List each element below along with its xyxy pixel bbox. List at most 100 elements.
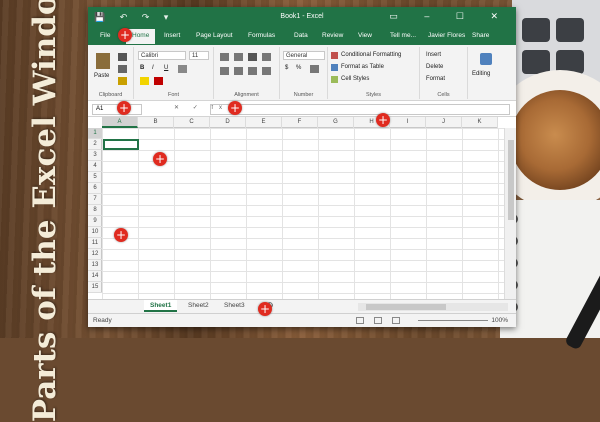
number-format-select[interactable]: General (283, 51, 325, 60)
horizontal-scrollbar[interactable] (358, 303, 508, 311)
sheet-tab-bar: Sheet1 Sheet2 Sheet3 ⊕ (88, 299, 516, 313)
font-name-select[interactable]: Calibri (138, 51, 186, 60)
cut-icon[interactable] (118, 53, 127, 61)
paste-button[interactable]: Paste (94, 73, 109, 79)
merge-center-icon[interactable] (262, 67, 271, 75)
conditional-formatting-button[interactable]: Conditional Formatting (341, 52, 401, 58)
vertical-scrollbar[interactable] (504, 128, 516, 299)
bold-button[interactable]: B (140, 65, 144, 71)
title-bar: 💾 ↶ ↷ ▾ Book1 - Excel ▭ – ☐ ✕ (88, 7, 516, 28)
row-header-9[interactable]: 9 (88, 216, 102, 227)
percent-button[interactable]: % (296, 65, 301, 71)
row-header-1[interactable]: 1 (88, 128, 102, 139)
zoom-slider[interactable] (418, 320, 488, 321)
formula-input[interactable] (210, 104, 510, 115)
sheet-tab-3[interactable]: Sheet3 (218, 300, 251, 312)
normal-view-icon[interactable] (356, 317, 364, 324)
row-header-4[interactable]: 4 (88, 161, 102, 172)
page-break-view-icon[interactable] (392, 317, 400, 324)
row-header-2[interactable]: 2 (88, 139, 102, 150)
tab-view[interactable]: View (358, 32, 372, 39)
fill-color-icon[interactable] (140, 77, 149, 85)
row-headers: 1 2 3 4 5 6 7 8 9 10 11 12 13 14 15 (88, 128, 102, 293)
marker-formula-bar[interactable]: + (228, 101, 242, 115)
column-headers: ABCDEFGHIJK (102, 117, 498, 128)
tab-data[interactable]: Data (294, 32, 308, 39)
column-header-j[interactable]: J (426, 117, 462, 128)
marker-sheet-tabs[interactable]: + (258, 302, 272, 316)
window-controls[interactable]: ▭ – ☐ ✕ (389, 11, 510, 22)
copy-icon[interactable] (118, 65, 127, 73)
tell-me-box[interactable]: Tell me... (390, 32, 416, 39)
row-header-10[interactable]: 10 (88, 227, 102, 238)
column-header-b[interactable]: B (138, 117, 174, 128)
currency-button[interactable]: $ (285, 65, 288, 71)
marker-row-header[interactable]: + (114, 228, 128, 242)
align-center-icon[interactable] (234, 67, 243, 75)
format-as-table-button[interactable]: Format as Table (341, 64, 384, 70)
align-bottom-icon[interactable] (248, 53, 257, 61)
sheet-tab-1[interactable]: Sheet1 (144, 300, 178, 312)
zoom-level[interactable]: 100% (491, 317, 508, 324)
italic-button[interactable]: I (152, 65, 154, 71)
row-header-12[interactable]: 12 (88, 249, 102, 260)
column-header-d[interactable]: D (210, 117, 246, 128)
align-right-icon[interactable] (248, 67, 257, 75)
row-header-8[interactable]: 8 (88, 205, 102, 216)
group-font: Calibri 11 B I U Font (134, 47, 214, 99)
delete-cells-button[interactable]: Delete (426, 64, 443, 70)
marker-file-tab[interactable]: + (118, 28, 132, 42)
marker-name-box[interactable]: + (117, 101, 131, 115)
tab-review[interactable]: Review (322, 32, 343, 39)
align-middle-icon[interactable] (234, 53, 243, 61)
tab-page-layout[interactable]: Page Layout (196, 32, 233, 39)
comma-style-icon[interactable] (310, 65, 319, 73)
row-header-7[interactable]: 7 (88, 194, 102, 205)
formula-bar: A1 ✕ ✓ fx (88, 101, 516, 117)
wrap-text-icon[interactable] (262, 53, 271, 61)
group-alignment: Alignment (214, 47, 280, 99)
font-color-icon[interactable] (154, 77, 163, 85)
share-button[interactable]: Share (472, 32, 489, 39)
selected-cell[interactable] (103, 139, 139, 150)
tab-formulas[interactable]: Formulas (248, 32, 275, 39)
underline-button[interactable]: U (164, 65, 168, 71)
tab-insert[interactable]: Insert (164, 32, 180, 39)
column-header-c[interactable]: C (174, 117, 210, 128)
row-header-11[interactable]: 11 (88, 238, 102, 249)
marker-column-header[interactable]: + (376, 113, 390, 127)
page-layout-view-icon[interactable] (374, 317, 382, 324)
borders-icon[interactable] (178, 65, 187, 73)
group-label-font: Font (167, 92, 179, 98)
align-top-icon[interactable] (220, 53, 229, 61)
align-left-icon[interactable] (220, 67, 229, 75)
row-header-14[interactable]: 14 (88, 271, 102, 282)
sheet-tab-2[interactable]: Sheet2 (182, 300, 215, 312)
tab-file[interactable]: File (100, 32, 110, 39)
row-header-6[interactable]: 6 (88, 183, 102, 194)
cell-styles-icon (331, 76, 338, 83)
cell-styles-button[interactable]: Cell Styles (341, 76, 369, 82)
paste-icon[interactable] (96, 53, 110, 69)
group-label-clipboard: Clipboard (98, 92, 123, 98)
conditional-formatting-icon (331, 52, 338, 59)
format-painter-icon[interactable] (118, 77, 127, 85)
column-header-a[interactable]: A (102, 117, 138, 128)
column-header-f[interactable]: F (282, 117, 318, 128)
column-header-e[interactable]: E (246, 117, 282, 128)
insert-cells-button[interactable]: Insert (426, 52, 441, 58)
find-icon[interactable] (480, 53, 492, 65)
user-name[interactable]: Javier Flores (428, 32, 465, 39)
column-header-k[interactable]: K (462, 117, 498, 128)
row-header-3[interactable]: 3 (88, 150, 102, 161)
format-cells-button[interactable]: Format (426, 76, 445, 82)
group-label-number: Number (293, 92, 314, 98)
column-header-g[interactable]: G (318, 117, 354, 128)
font-size-select[interactable]: 11 (189, 51, 209, 60)
row-header-13[interactable]: 13 (88, 260, 102, 271)
row-header-15[interactable]: 15 (88, 282, 102, 293)
column-header-i[interactable]: I (390, 117, 426, 128)
row-header-5[interactable]: 5 (88, 172, 102, 183)
editing-button[interactable]: Editing (472, 71, 490, 77)
marker-cell[interactable]: + (153, 152, 167, 166)
